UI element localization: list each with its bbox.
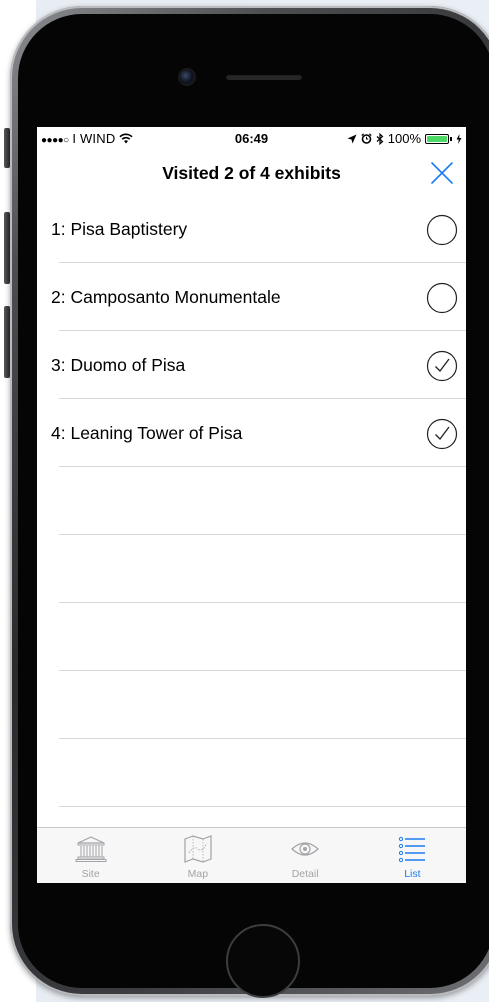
battery-percent: 100% bbox=[387, 131, 421, 146]
tab-label: Map bbox=[187, 868, 209, 880]
visited-checkmark-icon[interactable] bbox=[426, 350, 458, 382]
charging-bolt-icon bbox=[456, 133, 462, 144]
front-camera bbox=[180, 70, 194, 84]
tab-label: Detail bbox=[291, 868, 319, 880]
page-title: Visited 2 of 4 exhibits bbox=[162, 163, 341, 183]
map-icon bbox=[184, 835, 212, 863]
close-icon[interactable] bbox=[428, 159, 456, 187]
empty-row bbox=[37, 671, 466, 739]
home-button[interactable] bbox=[226, 924, 300, 998]
app-screen: ●●●●○ I WIND 06:49 100% Visited 2 of 4 e… bbox=[37, 127, 466, 883]
empty-row bbox=[37, 603, 466, 671]
tab-site[interactable]: Site bbox=[37, 828, 144, 883]
status-bar: ●●●●○ I WIND 06:49 100% bbox=[37, 127, 466, 149]
tab-list[interactable]: List bbox=[359, 828, 466, 883]
tab-label: Site bbox=[81, 868, 100, 880]
tab-label: List bbox=[404, 868, 421, 880]
location-arrow-icon bbox=[347, 134, 357, 143]
exhibit-row[interactable]: 4: Leaning Tower of Pisa bbox=[37, 399, 466, 467]
navigation-bar: Visited 2 of 4 exhibits bbox=[37, 149, 466, 193]
exhibit-label: 3: Duomo of Pisa bbox=[51, 355, 186, 375]
exhibit-label: 1: Pisa Baptistery bbox=[51, 219, 188, 239]
alarm-icon bbox=[361, 133, 372, 144]
bluetooth-icon bbox=[376, 132, 384, 145]
unvisited-circle-icon[interactable] bbox=[426, 282, 458, 314]
visited-checkmark-icon[interactable] bbox=[426, 418, 458, 450]
unvisited-circle-icon[interactable] bbox=[426, 214, 458, 246]
tab-bar: Site Map Detail List bbox=[37, 827, 466, 883]
empty-row bbox=[37, 467, 466, 535]
list-icon bbox=[399, 836, 426, 863]
empty-row bbox=[37, 535, 466, 603]
exhibit-row[interactable]: 1: Pisa Baptistery bbox=[37, 195, 466, 263]
exhibit-label: 4: Leaning Tower of Pisa bbox=[51, 423, 243, 443]
eye-icon bbox=[291, 842, 320, 856]
exhibit-row[interactable]: 3: Duomo of Pisa bbox=[37, 331, 466, 399]
exhibit-list: 1: Pisa Baptistery 2: Camposanto Monumen… bbox=[37, 195, 466, 807]
earpiece-speaker bbox=[226, 74, 302, 80]
close-button[interactable] bbox=[428, 159, 456, 187]
museum-icon bbox=[75, 836, 107, 862]
tab-map[interactable]: Map bbox=[144, 828, 251, 883]
exhibit-row[interactable]: 2: Camposanto Monumentale bbox=[37, 263, 466, 331]
status-right: 100% bbox=[347, 131, 462, 146]
tab-detail[interactable]: Detail bbox=[252, 828, 359, 883]
exhibit-label: 2: Camposanto Monumentale bbox=[51, 287, 281, 307]
battery-icon bbox=[425, 133, 449, 144]
empty-row bbox=[37, 739, 466, 807]
